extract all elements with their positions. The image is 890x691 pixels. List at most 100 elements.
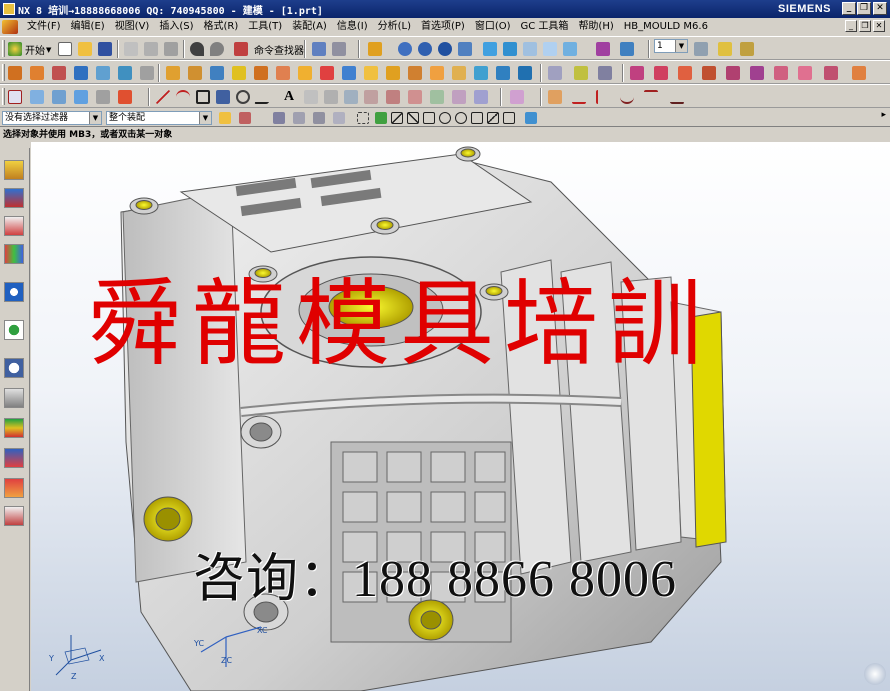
save-button[interactable] <box>96 40 114 58</box>
measure-button[interactable] <box>508 88 526 106</box>
chamfer-button[interactable] <box>186 64 204 82</box>
menu-preferences[interactable]: 首选项(P) <box>416 18 470 36</box>
menu-window[interactable]: 窗口(O) <box>470 18 516 36</box>
layer-settings-button[interactable] <box>692 40 710 58</box>
rotate-button[interactable] <box>436 40 454 58</box>
menu-edit[interactable]: 编辑(E) <box>66 18 110 36</box>
through-mesh-button[interactable] <box>50 88 68 106</box>
menu-view[interactable]: 视图(V) <box>110 18 155 36</box>
menu-help[interactable]: 帮助(H) <box>573 18 618 36</box>
orient-view-button[interactable] <box>594 40 612 58</box>
delete-face-button[interactable] <box>450 64 468 82</box>
open-button[interactable] <box>76 40 94 58</box>
object-display-button[interactable] <box>716 40 734 58</box>
join-curve-button[interactable] <box>384 88 402 106</box>
swept-button[interactable] <box>72 88 90 106</box>
menu-information[interactable]: 信息(I) <box>332 18 373 36</box>
feature-select-button[interactable] <box>290 109 308 127</box>
point-on-face-button[interactable] <box>500 109 518 127</box>
type-filter-select[interactable]: 没有选择过滤器 ▼ <box>2 111 102 125</box>
scale-body-button[interactable] <box>318 64 336 82</box>
menu-format[interactable]: 格式(R) <box>199 18 244 36</box>
chevron-down-icon[interactable]: ▼ <box>675 40 687 52</box>
static-wireframe-button[interactable] <box>541 40 559 58</box>
copy-button[interactable] <box>142 40 160 58</box>
mold-gate-button[interactable] <box>796 64 814 82</box>
mold-ejector-button[interactable] <box>748 64 766 82</box>
mold-tool-button[interactable] <box>652 64 670 82</box>
window-titlebar[interactable]: NX 8 培训→18888668006 QQ: 740945800 - 建模 -… <box>0 0 890 18</box>
cut-button[interactable] <box>122 40 140 58</box>
offset-face-button[interactable] <box>296 64 314 82</box>
polygon-button[interactable] <box>214 88 232 106</box>
through-curves-button[interactable] <box>28 88 46 106</box>
select-all-button[interactable] <box>216 109 234 127</box>
line-button[interactable] <box>154 88 172 106</box>
datum-plane-button[interactable] <box>546 64 564 82</box>
snap-view-button[interactable] <box>330 40 348 58</box>
menu-assemblies[interactable]: 装配(A) <box>287 18 332 36</box>
emboss-button[interactable] <box>362 64 380 82</box>
split-body-button[interactable] <box>274 64 292 82</box>
snap-point-button[interactable] <box>354 109 372 127</box>
mold-slide-button[interactable] <box>772 64 790 82</box>
close-button[interactable]: ✕ <box>873 2 887 15</box>
sketch-button[interactable] <box>6 88 24 106</box>
ruled-button[interactable] <box>94 88 112 106</box>
redo-button[interactable] <box>208 40 226 58</box>
point-button[interactable] <box>546 88 564 106</box>
rectangle-button[interactable] <box>194 88 212 106</box>
menu-insert[interactable]: 插入(S) <box>154 18 198 36</box>
doc-minimize-button[interactable]: _ <box>845 20 857 32</box>
text-button[interactable]: A <box>280 88 298 106</box>
history-icon[interactable] <box>4 320 24 340</box>
divide-curve-button[interactable] <box>428 88 446 106</box>
mold-cooling-button[interactable] <box>850 64 868 82</box>
pan-button[interactable] <box>456 40 474 58</box>
mold-base-button[interactable] <box>700 64 718 82</box>
arc-button[interactable] <box>174 88 192 106</box>
mold-wizard-button[interactable] <box>628 64 646 82</box>
internet-explorer-icon[interactable] <box>4 282 24 302</box>
mold-insert-button[interactable] <box>676 64 694 82</box>
trim-curve-button[interactable] <box>406 88 424 106</box>
datum-axis-button[interactable] <box>572 64 590 82</box>
chevron-down-icon[interactable]: ▼ <box>89 112 101 124</box>
manufacturing-wizards2-icon[interactable] <box>4 506 24 526</box>
hole-button[interactable] <box>50 64 68 82</box>
doc-restore-button[interactable]: ❐ <box>859 20 871 32</box>
isoparametric-curve-button[interactable] <box>472 88 490 106</box>
constraint-navigator-icon[interactable] <box>4 188 24 208</box>
trimetric-button[interactable] <box>618 40 636 58</box>
extract-button[interactable] <box>494 64 512 82</box>
studio-button[interactable] <box>561 40 579 58</box>
undo-button[interactable] <box>188 40 206 58</box>
zoom-button[interactable] <box>396 40 414 58</box>
fit-button[interactable] <box>366 40 384 58</box>
helix-button[interactable] <box>618 88 636 106</box>
selection-scope-select[interactable]: 整个装配 ▼ <box>106 111 212 125</box>
command-finder-button[interactable] <box>232 40 250 58</box>
manufacturing-wizards-icon[interactable] <box>4 418 24 438</box>
plane-cut-button[interactable] <box>570 88 588 106</box>
move-face-button[interactable] <box>472 64 490 82</box>
minimize-button[interactable]: _ <box>842 2 856 15</box>
system-materials-icon[interactable] <box>4 358 24 378</box>
zoom-in-out-button[interactable] <box>416 40 434 58</box>
body-select-button[interactable] <box>310 109 328 127</box>
ellipse-button[interactable] <box>234 88 252 106</box>
boss-button[interactable] <box>72 64 90 82</box>
restore-button[interactable]: ❐ <box>857 2 871 15</box>
replace-face-button[interactable] <box>428 64 446 82</box>
sine-curve-button[interactable] <box>665 88 685 106</box>
part-model[interactable] <box>31 142 890 691</box>
menu-analysis[interactable]: 分析(L) <box>373 18 416 36</box>
edit-section-button[interactable] <box>310 40 328 58</box>
graphics-window[interactable]: Y X Z YC ZC XC 舜龍模具培訓 咨询：188 8866 8006 <box>31 142 890 691</box>
command-finder-label[interactable]: 命令查找器 <box>254 42 304 57</box>
curve-fit-button[interactable] <box>594 88 612 106</box>
shaded-with-edges-button[interactable] <box>481 40 499 58</box>
law-curve-button[interactable] <box>642 88 660 106</box>
snap-settings-button[interactable] <box>236 109 254 127</box>
bridge-curve-button[interactable] <box>362 88 380 106</box>
